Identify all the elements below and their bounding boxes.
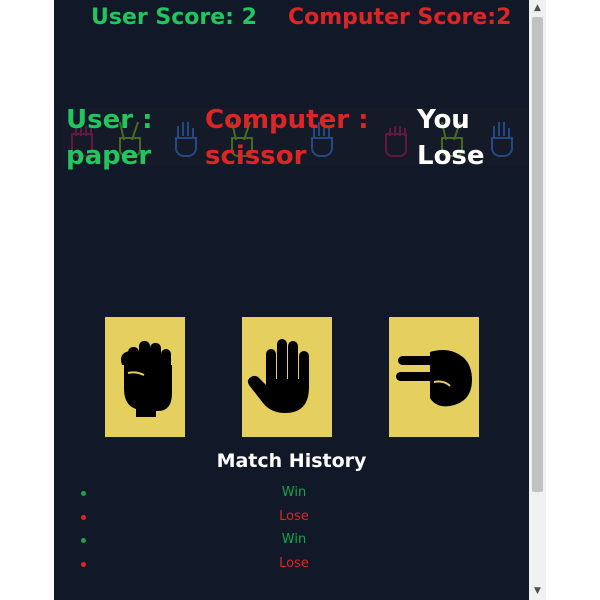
outcome-line-2: Lose: [417, 141, 485, 171]
history-item: Lose: [74, 507, 514, 531]
bullet-icon: [81, 538, 86, 543]
outcome-line-1: You: [417, 105, 470, 135]
computer-choice-value: scissor: [205, 141, 307, 171]
scrollbar-thumb[interactable]: [532, 17, 543, 492]
user-choice: User : paper: [66, 102, 153, 174]
bullet-icon: [81, 491, 86, 496]
history-result: Win: [281, 532, 307, 547]
fist-icon: [121, 341, 172, 417]
scroll-down-arrow-icon[interactable]: ▼: [529, 583, 546, 600]
user-choice-value: paper: [66, 141, 152, 171]
vertical-scrollbar[interactable]: ▲ ▼: [529, 0, 546, 600]
match-history-list: Win Lose Win Lose: [74, 483, 514, 577]
history-item: Win: [74, 483, 514, 507]
bullet-icon: [81, 561, 86, 567]
user-choice-label: User :: [66, 105, 153, 135]
bullet-icon: [81, 514, 86, 520]
paper-button[interactable]: [242, 317, 332, 437]
history-result: Win: [281, 485, 307, 500]
round-outcome: You Lose: [417, 102, 485, 174]
computer-choice-label: Computer :: [205, 105, 369, 135]
rock-button[interactable]: [105, 317, 185, 437]
computer-choice: Computer : scissor: [205, 102, 369, 174]
match-history-title: Match History: [216, 450, 367, 472]
open-hand-icon: [247, 339, 309, 413]
history-item: Win: [74, 530, 514, 554]
game-viewport: User Score: 2 Computer Score:2 User : pa…: [54, 0, 529, 600]
round-result: User : paper Computer : scissor You Lose: [54, 102, 529, 172]
scoreboard: User Score: 2 Computer Score:2: [54, 5, 529, 35]
history-item: Lose: [74, 554, 514, 578]
user-score: User Score: 2: [91, 5, 257, 30]
scissors-hand-icon: [396, 350, 472, 407]
scroll-up-arrow-icon[interactable]: ▲: [529, 0, 546, 17]
history-result: Lose: [279, 555, 309, 571]
computer-score: Computer Score:2: [288, 5, 512, 30]
history-result: Lose: [279, 508, 309, 524]
scissor-button[interactable]: [389, 317, 479, 437]
